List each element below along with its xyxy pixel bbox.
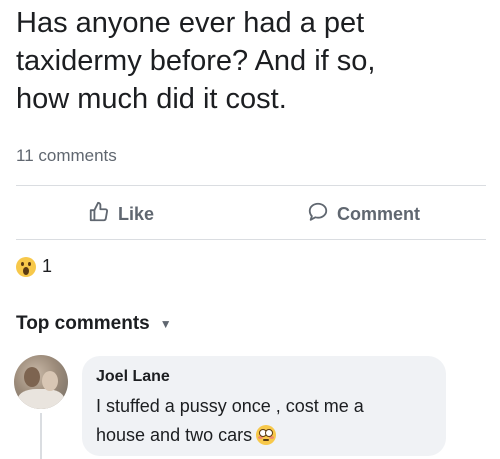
avatar[interactable]	[14, 355, 68, 409]
top-comments-dropdown[interactable]: Top comments ▼	[16, 313, 172, 335]
wow-emoji-icon	[16, 256, 36, 277]
flushed-face-icon	[256, 425, 277, 445]
top-comments-label: Top comments	[16, 313, 150, 334]
comment-bubble: Joel Lane I stuffed a pussy once , cost …	[82, 356, 446, 456]
post-text-line-1: Has anyone ever had a pet	[16, 7, 365, 39]
like-label: Like	[118, 204, 155, 224]
like-button[interactable]: Like	[88, 201, 154, 228]
reactions-summary[interactable]: 1	[16, 256, 52, 277]
commenter-name[interactable]: Joel Lane	[96, 368, 170, 386]
comment-text-line-1: I stuffed a pussy once , cost me a	[96, 396, 364, 416]
post-text-line-2: taxidermy before? And if so,	[16, 45, 376, 77]
thread-line	[40, 413, 42, 459]
comments-count[interactable]: 11 comments	[16, 146, 117, 166]
comment-icon	[307, 201, 337, 228]
chevron-down-icon: ▼	[159, 317, 172, 331]
divider	[16, 239, 486, 240]
comment-text: I stuffed a pussy once , cost me a house…	[96, 392, 436, 450]
comment-text-line-2-text: house and two cars	[96, 425, 253, 445]
comment-button[interactable]: Comment	[307, 201, 420, 228]
post-text: Has anyone ever had a pet taxidermy befo…	[16, 4, 486, 118]
divider	[16, 185, 486, 186]
thumbs-up-icon	[88, 201, 118, 228]
post-text-line-3: how much did it cost.	[16, 83, 287, 115]
reaction-count: 1	[42, 256, 53, 276]
comment-text-line-2: house and two cars	[96, 421, 436, 450]
comment-label: Comment	[337, 204, 421, 224]
